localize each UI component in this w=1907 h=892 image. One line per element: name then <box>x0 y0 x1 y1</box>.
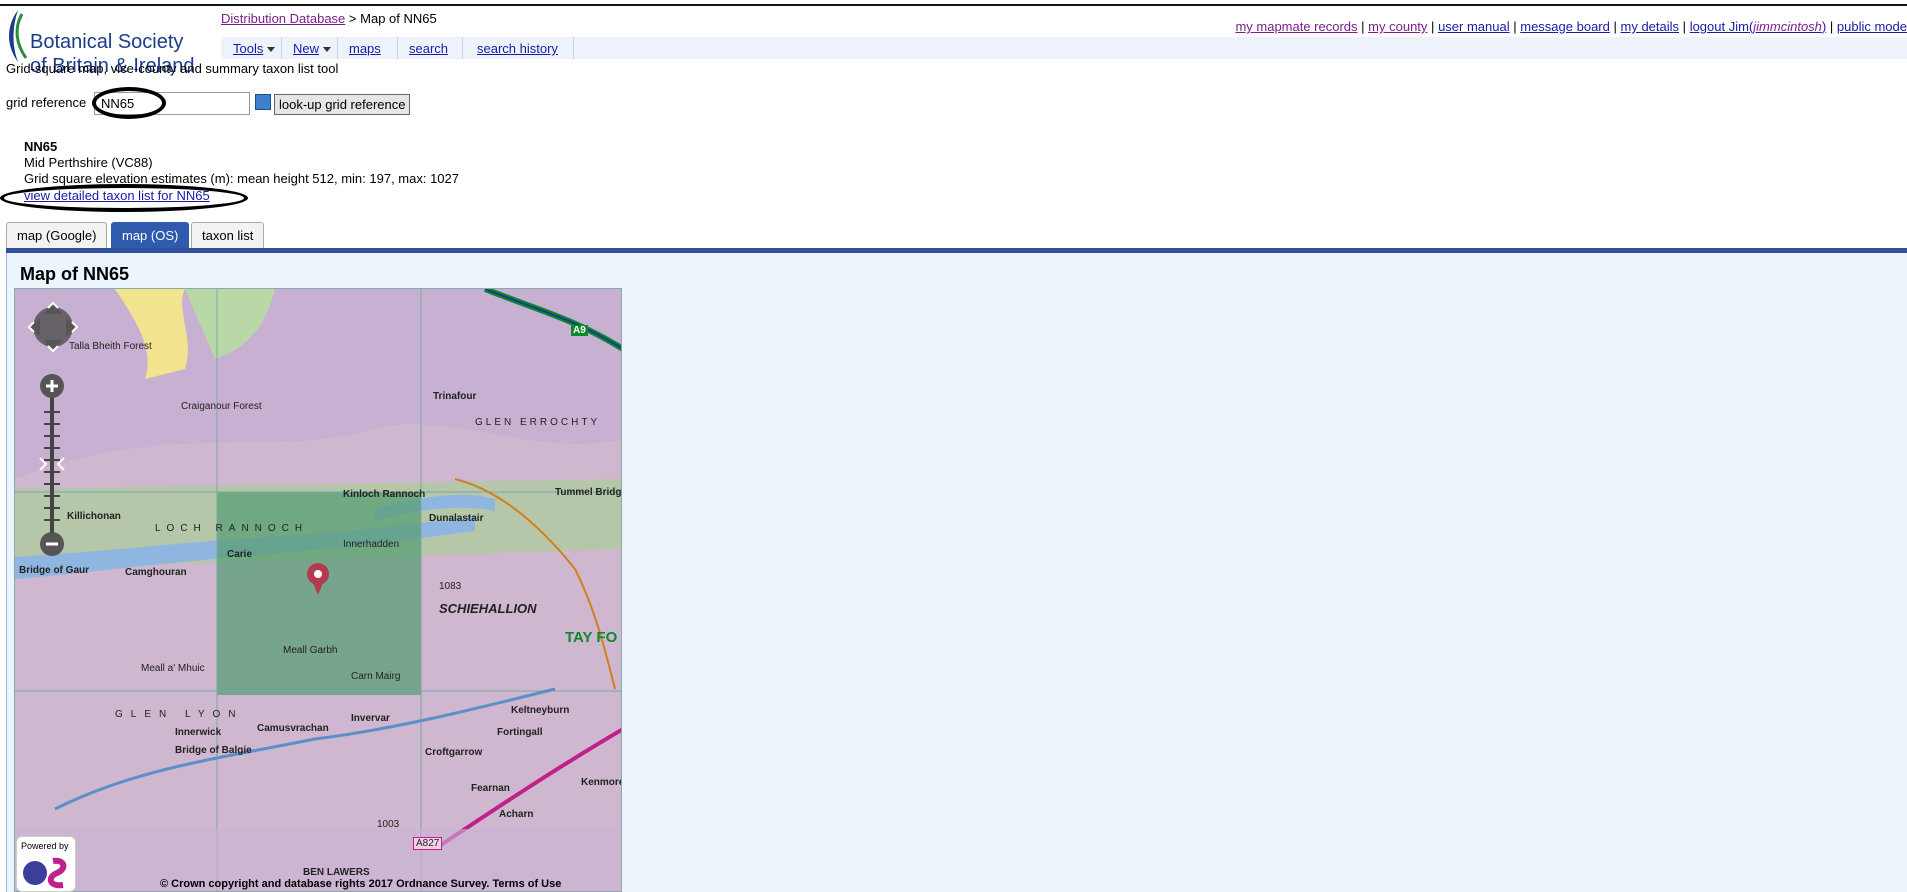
map-label: Dunalastair <box>429 513 484 524</box>
map-label: Kenmore <box>581 777 622 788</box>
map-label: Camghouran <box>125 567 187 578</box>
map-label: Bridge of Balgie <box>175 745 252 756</box>
chevron-down-icon <box>267 47 276 53</box>
link-separator: | <box>1613 19 1617 34</box>
map-label: Bridge of Gaur <box>19 565 90 576</box>
map-copyright: © Crown copyright and database rights 20… <box>160 878 562 890</box>
breadcrumb-distribution-database-link[interactable]: Distribution Database <box>221 11 345 26</box>
maps-link[interactable]: maps <box>349 41 381 56</box>
os-logo[interactable]: Powered by <box>16 836 76 892</box>
ordnance-survey-logo-icon <box>23 857 67 889</box>
link-separator: | <box>1513 19 1517 34</box>
new-menu-label[interactable]: New <box>293 41 319 56</box>
map-label: 1083 <box>439 581 462 592</box>
map-label: Invervar <box>351 713 390 724</box>
my-details-link[interactable]: my details <box>1621 19 1680 34</box>
map-label: Acharn <box>499 809 534 820</box>
map-label: Fortingall <box>497 727 543 738</box>
toolbar-divider <box>281 37 282 59</box>
map-label: A827 <box>413 837 443 850</box>
top-border <box>0 4 1907 6</box>
toolbar-divider <box>337 37 338 59</box>
map-label: Fearnan <box>471 783 510 794</box>
toolbar-divider <box>462 37 463 59</box>
tab-map-google[interactable]: map (Google) <box>6 222 108 248</box>
tab-map-os[interactable]: map (OS) <box>111 222 190 248</box>
map-label: Innerwick <box>175 727 222 738</box>
square-name: NN65 <box>24 139 58 154</box>
powered-by-label: Powered by <box>21 841 69 851</box>
link-separator: | <box>1829 19 1834 34</box>
map-label: A9 <box>571 325 588 336</box>
link-separator: | <box>1682 19 1687 34</box>
map-label: Carn Mairg <box>351 671 401 682</box>
map-label: Craiganour Forest <box>181 401 262 412</box>
link-separator: | <box>1361 19 1365 34</box>
my-mapmate-records-link[interactable]: my mapmate records <box>1235 19 1357 34</box>
breadcrumb-separator: > <box>348 11 357 26</box>
map-label: Meall a' Mhuic <box>141 663 205 674</box>
my-county-link[interactable]: my county <box>1368 19 1427 34</box>
pan-control-icon[interactable] <box>24 298 82 356</box>
annotation-circle <box>0 184 248 212</box>
logout-link[interactable]: logout Jim(jimmcintosh) <box>1690 19 1827 34</box>
search-link[interactable]: search <box>409 41 448 56</box>
page-subtitle: Grid-square map, vice-county and summary… <box>6 61 339 76</box>
map-label: Kinloch Rannoch <box>343 489 426 500</box>
map-label: TAY FO <box>565 629 618 646</box>
bsbi-logo[interactable]: Botanical Society of Britain & Ireland <box>4 8 204 77</box>
map-label: BEN LAWERS <box>303 867 370 878</box>
toolbar-divider <box>573 37 574 59</box>
breadcrumb: Distribution Database > Map of NN65 <box>221 11 437 26</box>
map-label: LOCH RANNOCH <box>155 523 309 534</box>
map-label: 1003 <box>377 819 400 830</box>
map-label: Innerhadden <box>343 539 400 550</box>
annotation-circle <box>92 87 166 119</box>
user-manual-link[interactable]: user manual <box>1438 19 1510 34</box>
breadcrumb-current: Map of NN65 <box>360 11 437 26</box>
toolbar: Tools New maps search search history <box>221 37 1907 59</box>
os-map[interactable]: Talla Bheith Forest Craiganour Forest Ki… <box>14 288 622 892</box>
map-label: SCHIEHALLION <box>439 601 537 616</box>
map-label: Killichonan <box>67 511 121 522</box>
toolbar-divider <box>397 37 398 59</box>
message-board-link[interactable]: message board <box>1520 19 1610 34</box>
tools-menu-label[interactable]: Tools <box>233 41 263 56</box>
map-label: Keltneyburn <box>511 705 570 716</box>
map-background <box>15 289 621 891</box>
logout-label: logout Jim <box>1689 19 1749 34</box>
user-links: my mapmate records | my county | user ma… <box>1235 19 1907 34</box>
lookup-grid-reference-button[interactable]: look-up grid reference <box>274 94 411 115</box>
search-history-link[interactable]: search history <box>477 41 558 56</box>
new-menu[interactable]: New <box>293 41 332 56</box>
map-label: Trinafour <box>433 391 477 402</box>
grid-reference-label: grid reference <box>6 95 87 110</box>
map-label: Croftgarrow <box>425 747 483 758</box>
tab-taxon-list[interactable]: taxon list <box>191 222 265 248</box>
map-label: Tummel Bridge <box>555 487 622 498</box>
username: jimmcintosh <box>1753 19 1822 34</box>
map-label: Carie <box>227 549 253 560</box>
map-label: GLEN LYON <box>115 709 244 720</box>
map-title: Map of NN65 <box>20 264 130 284</box>
square-county: Mid Perthshire (VC88) <box>24 155 153 170</box>
map-label: Camusvrachan <box>257 723 329 734</box>
map-label: Meall Garbh <box>283 645 338 656</box>
chevron-down-icon <box>323 47 332 53</box>
tools-menu[interactable]: Tools <box>233 41 276 56</box>
map-locate-icon[interactable] <box>255 94 271 110</box>
logo-line1: Botanical Society <box>30 31 184 53</box>
public-mode-link[interactable]: public mode <box>1837 19 1907 34</box>
zoom-slider[interactable] <box>38 372 66 558</box>
map-label: GLEN ERROCHTY <box>475 417 601 428</box>
link-separator: | <box>1431 19 1435 34</box>
